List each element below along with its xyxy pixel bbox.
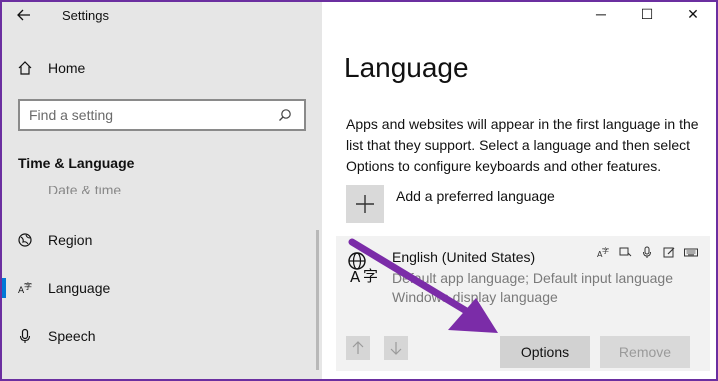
- svg-text:字: 字: [602, 246, 609, 255]
- add-language-button[interactable]: Add a preferred language: [346, 185, 555, 223]
- maximize-button[interactable]: ☐: [624, 2, 670, 26]
- nav-language-label: Language: [48, 280, 111, 296]
- feature-icons: A字: [596, 246, 698, 262]
- handwriting-icon: [662, 246, 676, 262]
- region-icon: [2, 232, 48, 248]
- home-icon: [2, 60, 48, 76]
- microphone-icon: [2, 328, 48, 344]
- language-status-line2: Windows display language: [392, 289, 558, 305]
- close-icon: ✕: [687, 5, 699, 22]
- maximize-icon: ☐: [640, 5, 654, 22]
- language-glyph-icon: A 字: [348, 252, 378, 284]
- sidebar: Settings Home Time & Language Date & tim…: [2, 2, 322, 379]
- close-button[interactable]: ✕: [670, 2, 716, 26]
- display-language-icon: A字: [596, 246, 610, 262]
- arrow-up-icon: [352, 341, 364, 354]
- page-title: Language: [344, 52, 469, 83]
- nav-language[interactable]: A字 Language: [2, 268, 322, 308]
- nav-speech-label: Speech: [48, 328, 96, 344]
- back-button[interactable]: [2, 2, 46, 28]
- nav-speech[interactable]: Speech: [2, 316, 322, 356]
- nav-home[interactable]: Home: [2, 48, 322, 88]
- speech-recognition-icon: [640, 246, 654, 262]
- language-name: English (United States): [392, 249, 536, 265]
- minimize-button[interactable]: ─: [578, 2, 624, 26]
- nav-region[interactable]: Region: [2, 220, 322, 260]
- main-content: ─ ☐ ✕ Language Apps and websites will ap…: [322, 2, 716, 379]
- options-button[interactable]: Options: [500, 336, 590, 368]
- search-box[interactable]: [18, 99, 306, 131]
- plus-icon: [346, 185, 384, 223]
- language-icon: A字: [2, 280, 48, 296]
- minimize-icon: ─: [596, 6, 606, 22]
- language-status-line1: Default app language; Default input lang…: [392, 270, 673, 286]
- move-down-button[interactable]: [384, 336, 408, 360]
- nav-date-time-partial[interactable]: Date & time: [48, 186, 121, 194]
- svg-text:字: 字: [363, 267, 378, 284]
- page-description: Apps and websites will appear in the fir…: [346, 116, 699, 174]
- keyboard-icon: [684, 246, 698, 262]
- nav-home-label: Home: [48, 60, 86, 76]
- move-up-button[interactable]: [346, 336, 370, 360]
- search-input[interactable]: [20, 107, 270, 123]
- language-card[interactable]: A 字 English (United States) A字 Default a…: [336, 236, 710, 371]
- arrow-down-icon: [390, 342, 402, 355]
- sidebar-scrollbar[interactable]: [316, 230, 319, 370]
- add-language-label: Add a preferred language: [396, 188, 555, 204]
- title-bar: Settings: [2, 2, 322, 28]
- nav-region-label: Region: [48, 232, 93, 248]
- window-controls: ─ ☐ ✕: [578, 2, 716, 26]
- svg-text:A: A: [350, 268, 361, 284]
- back-arrow-icon: [17, 9, 30, 21]
- search-icon[interactable]: [270, 108, 300, 122]
- section-heading: Time & Language: [18, 155, 135, 171]
- remove-button[interactable]: Remove: [600, 336, 690, 368]
- svg-text:字: 字: [24, 281, 32, 291]
- text-to-speech-icon: [618, 246, 632, 262]
- window-title: Settings: [62, 7, 109, 23]
